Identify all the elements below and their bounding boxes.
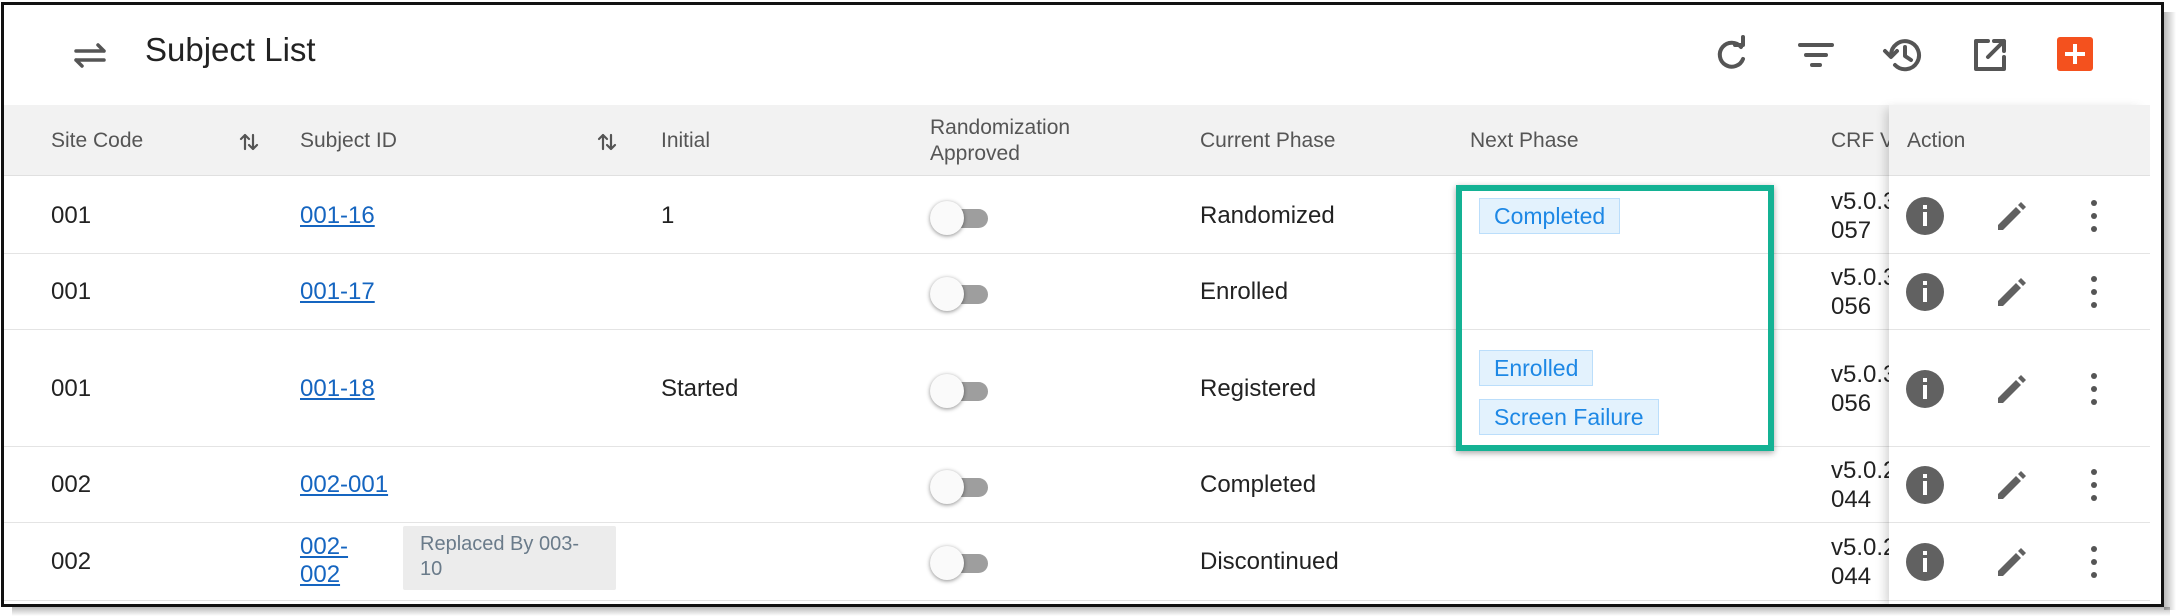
frame-shadow-bottom (12, 607, 2170, 616)
crf-version-cell: v5.0.3 056 (1831, 360, 1891, 418)
table-row: 002 002-001 Completed v5.0.2 044 (4, 447, 2150, 523)
column-crf-version: CRF V (1831, 129, 1891, 152)
site-code-cell: 002 (51, 471, 92, 498)
column-next-phase: Next Phase (1470, 129, 1579, 152)
refresh-icon[interactable] (1709, 33, 1753, 77)
edit-icon[interactable] (1993, 197, 2031, 235)
crf-version-cell: v5.0.3 056 (1831, 263, 1891, 321)
current-phase-cell: Registered (1200, 375, 1317, 402)
crf-version-line: 044 (1831, 486, 1872, 513)
info-icon[interactable] (1906, 370, 1944, 408)
crf-version-line: v5.0.2 (1831, 534, 1891, 561)
action-row (1889, 523, 2150, 601)
column-action: Action (1907, 129, 1966, 152)
current-phase-cell: Randomized (1200, 202, 1335, 229)
crf-version-line: v5.0.3 (1831, 264, 1891, 291)
info-icon[interactable] (1906, 273, 1944, 311)
replaced-by-tag: Replaced By 003- 10 (403, 526, 616, 590)
crf-version-cell: v5.0.2 044 (1831, 456, 1891, 514)
info-icon[interactable] (1906, 466, 1944, 504)
more-options-icon[interactable] (2088, 543, 2100, 581)
column-randomization-label-1: Randomization (930, 116, 1071, 139)
initial-cell: Started (661, 375, 739, 402)
crf-version-line: v5.0.3 (1831, 188, 1891, 215)
replaced-by-line: Replaced By 003- (420, 533, 579, 555)
edit-icon[interactable] (1993, 466, 2031, 504)
more-options-icon[interactable] (2088, 466, 2100, 504)
crf-version-line: 056 (1831, 390, 1872, 417)
table-header: Site Code Subject ID Initial Randomizati… (4, 105, 2150, 176)
frame-shadow-right (2164, 12, 2176, 610)
page-header: Subject List (4, 5, 2161, 105)
info-icon[interactable] (1906, 197, 1944, 235)
edit-icon[interactable] (1993, 543, 2031, 581)
current-phase-cell: Enrolled (1200, 278, 1289, 305)
table-row: 001 001-18 Started Registered Enrolled S… (4, 330, 2150, 447)
site-code-cell: 001 (51, 202, 92, 229)
add-subject-button[interactable] (2057, 37, 2093, 71)
subject-list-window: Subject List Site Code Subject ID Initia… (1, 2, 2164, 607)
crf-version-line: v5.0.3 (1831, 361, 1891, 388)
filter-icon[interactable] (1794, 33, 1838, 77)
subject-id-link[interactable]: 001-16 (300, 202, 375, 230)
randomization-toggle[interactable] (930, 276, 994, 311)
next-phase-chip-completed[interactable]: Completed (1479, 198, 1621, 234)
column-current-phase: Current Phase (1200, 129, 1336, 152)
sort-icon[interactable] (238, 131, 260, 153)
subject-id-link[interactable]: 002- 002 (300, 533, 348, 589)
randomization-toggle[interactable] (930, 469, 994, 504)
swap-arrows-icon[interactable] (70, 37, 110, 73)
randomization-toggle[interactable] (930, 200, 994, 235)
column-subject-id: Subject ID (300, 129, 397, 152)
history-icon[interactable] (1881, 33, 1925, 77)
crf-version-cell: v5.0.3 057 (1831, 187, 1891, 245)
edit-icon[interactable] (1993, 370, 2031, 408)
action-header: Action (1889, 105, 2150, 176)
column-randomization-approved: Randomization Approved (930, 115, 1070, 167)
more-options-icon[interactable] (2088, 273, 2100, 311)
info-icon[interactable] (1906, 543, 1944, 581)
replaced-by-line: 10 (420, 558, 443, 580)
current-phase-cell: Completed (1200, 471, 1317, 498)
column-randomization-label-2: Approved (930, 142, 1020, 165)
crf-version-line: 056 (1831, 293, 1872, 320)
current-phase-cell: Discontinued (1200, 548, 1339, 575)
action-row (1889, 178, 2150, 254)
table-row: 001 001-16 1 Randomized Completed v5.0.3… (4, 178, 2150, 254)
crf-version-line: 057 (1831, 217, 1872, 244)
subject-id-line: 002- (300, 533, 349, 560)
column-initial: Initial (661, 129, 711, 152)
randomization-toggle[interactable] (930, 373, 994, 408)
edit-icon[interactable] (1993, 273, 2031, 311)
more-options-icon[interactable] (2088, 370, 2100, 408)
subject-id-link[interactable]: 002-001 (300, 471, 388, 499)
action-row (1889, 254, 2150, 330)
page-title: Subject List (145, 31, 316, 68)
table-row: 001 001-17 Enrolled v5.0.3 056 (4, 254, 2150, 330)
subject-id-link[interactable]: 001-17 (300, 278, 375, 306)
open-external-icon[interactable] (1968, 33, 2012, 77)
site-code-cell: 002 (51, 548, 92, 575)
next-phase-chip-enrolled[interactable]: Enrolled (1479, 350, 1594, 386)
crf-version-line: v5.0.2 (1831, 457, 1891, 484)
sort-icon[interactable] (596, 131, 618, 153)
subject-id-link[interactable]: 001-18 (300, 375, 375, 403)
action-row (1889, 447, 2150, 523)
crf-version-line: 044 (1831, 563, 1872, 590)
table-row: 002 002- 002 Replaced By 003- 10 Discont… (4, 523, 2150, 601)
subject-id-line: 002 (300, 561, 341, 588)
site-code-cell: 001 (51, 278, 92, 305)
more-options-icon[interactable] (2088, 197, 2100, 235)
initial-cell: 1 (661, 202, 675, 229)
crf-version-cell: v5.0.2 044 (1831, 533, 1891, 591)
column-site-code: Site Code (51, 129, 144, 152)
action-row (1889, 330, 2150, 447)
action-column: Action (1889, 105, 2150, 604)
site-code-cell: 001 (51, 375, 92, 402)
next-phase-chip-screen-failure[interactable]: Screen Failure (1479, 399, 1659, 435)
randomization-toggle[interactable] (930, 545, 994, 580)
